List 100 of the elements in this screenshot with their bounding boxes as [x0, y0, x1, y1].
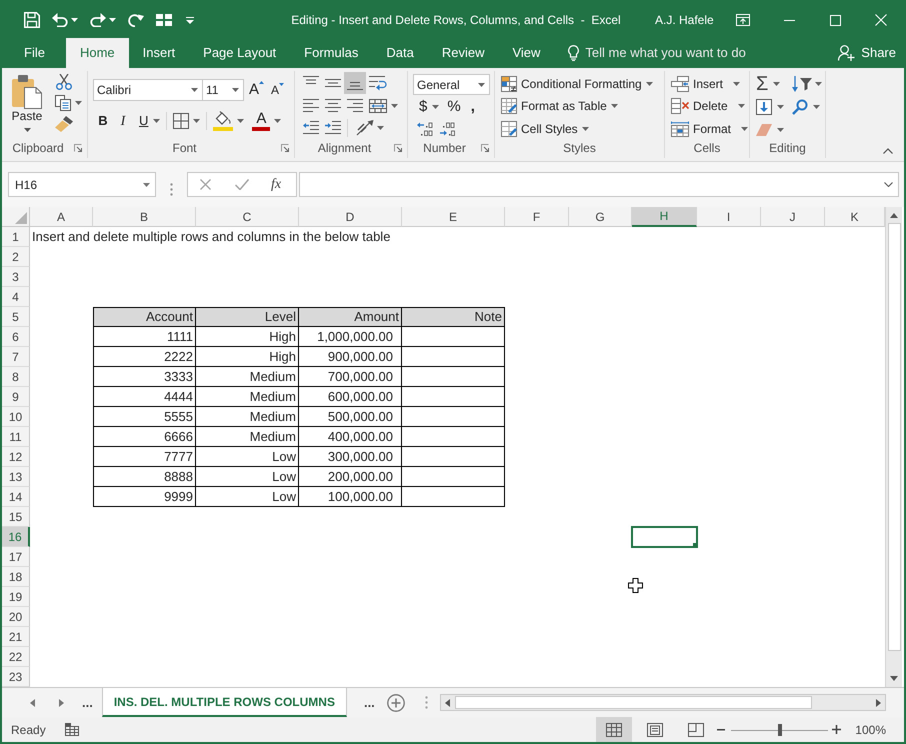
column-header[interactable]: E: [402, 207, 505, 227]
align-center-icon[interactable]: [325, 98, 341, 113]
row-header[interactable]: 10: [2, 407, 30, 427]
normal-view-button[interactable]: [596, 717, 632, 742]
zoom-slider-thumb[interactable]: [778, 724, 782, 736]
align-right-icon[interactable]: [347, 98, 363, 113]
column-header[interactable]: B: [93, 207, 196, 227]
bold-button[interactable]: B: [93, 110, 113, 132]
horizontal-scrollbar[interactable]: [440, 694, 886, 711]
ribbon-tab[interactable]: Data: [372, 38, 428, 68]
tiles-icon[interactable]: [156, 14, 172, 26]
increase-indent-icon[interactable]: [325, 121, 341, 136]
plus-icon[interactable]: [832, 725, 842, 734]
down-arrow-icon[interactable]: [890, 676, 898, 681]
sheet-tab[interactable]: INS. DEL. MULTIPLE ROWS COLUMNS: [102, 688, 347, 717]
diagonal-arrow-icon[interactable]: [356, 120, 374, 136]
row-header[interactable]: 2: [2, 247, 30, 267]
row-header[interactable]: 13: [2, 467, 30, 487]
zoom-slider-track[interactable]: [731, 724, 828, 736]
check-icon[interactable]: [235, 179, 249, 190]
number-format-field[interactable]: General: [413, 74, 490, 96]
plus-circle-icon[interactable]: [386, 694, 405, 712]
dialog-launcher-icon[interactable]: [281, 144, 289, 152]
row-header[interactable]: 5: [2, 307, 30, 327]
redo-icon[interactable]: [90, 13, 106, 27]
ribbon-tab[interactable]: View: [498, 38, 554, 68]
up-arrow-icon[interactable]: [890, 213, 898, 218]
row-header[interactable]: 12: [2, 447, 30, 467]
decrease-decimal-icon[interactable]: [439, 122, 455, 136]
row-header[interactable]: 15: [2, 507, 30, 527]
name-box[interactable]: H16: [8, 172, 156, 197]
minus-icon[interactable]: [717, 728, 726, 730]
comma-button[interactable]: ,: [470, 96, 475, 118]
currency-button[interactable]: $: [413, 96, 440, 118]
save-icon[interactable]: [24, 12, 40, 28]
format-cells-button[interactable]: Format: [671, 118, 749, 139]
decrease-indent-icon[interactable]: [303, 121, 319, 136]
cell-styles-button[interactable]: Cell Styles: [501, 118, 664, 139]
column-header[interactable]: C: [196, 207, 299, 227]
more-sheets-button[interactable]: ...: [82, 692, 93, 712]
brush-icon[interactable]: [55, 116, 73, 132]
wrap-text-icon[interactable]: [369, 75, 387, 91]
fill-down-icon[interactable]: [756, 99, 772, 115]
scrollbar-thumb[interactable]: [888, 223, 900, 651]
right-arrow-icon[interactable]: [876, 698, 881, 706]
percent-button[interactable]: %: [447, 96, 461, 118]
search-icon[interactable]: [792, 99, 808, 115]
row-header[interactable]: 7: [2, 347, 30, 367]
undo-icon[interactable]: [52, 13, 68, 27]
row-header[interactable]: 14: [2, 487, 30, 507]
delete-cells-button[interactable]: Delete: [671, 96, 749, 117]
increase-decimal-icon[interactable]: [417, 122, 433, 136]
row-header[interactable]: 17: [2, 547, 30, 567]
dialog-launcher-icon[interactable]: [481, 144, 489, 152]
left-arrow-icon[interactable]: [444, 698, 450, 706]
align-bottom-button[interactable]: [344, 72, 366, 94]
copy-icon[interactable]: [55, 95, 71, 111]
row-header[interactable]: 1: [2, 227, 30, 247]
row-header[interactable]: 22: [2, 647, 30, 667]
share-button[interactable]: Share: [838, 38, 896, 68]
format-as-table-button[interactable]: Format as Table: [501, 96, 664, 117]
row-header[interactable]: 8: [2, 367, 30, 387]
dialog-launcher-icon[interactable]: [394, 144, 402, 152]
left-arrow-icon[interactable]: [30, 698, 35, 706]
row-header[interactable]: 23: [2, 667, 30, 687]
shrink-font-button[interactable]: A: [271, 80, 284, 100]
ribbon-tab[interactable]: File: [10, 38, 59, 68]
column-header[interactable]: H: [632, 207, 697, 227]
scrollbar-thumb[interactable]: [454, 696, 812, 709]
row-header[interactable]: 20: [2, 607, 30, 627]
insert-cells-button[interactable]: Insert: [671, 74, 749, 94]
table-icon[interactable]: [64, 723, 79, 736]
row-header[interactable]: 11: [2, 427, 30, 447]
dialog-launcher-icon[interactable]: [74, 144, 82, 152]
font-size-field[interactable]: 11: [202, 79, 244, 101]
font-name-field[interactable]: Calibri: [93, 79, 203, 101]
ribbon-tab[interactable]: Page Layout: [189, 38, 290, 68]
row-header[interactable]: 4: [2, 287, 30, 307]
column-header[interactable]: D: [299, 207, 402, 227]
sort-filter-icon[interactable]: [792, 76, 812, 92]
merge-cells-icon[interactable]: [369, 98, 387, 113]
row-header[interactable]: 21: [2, 627, 30, 647]
row-header[interactable]: 3: [2, 267, 30, 287]
tell-me-field[interactable]: Tell me what you want to do: [585, 43, 764, 63]
font-color-button[interactable]: A: [252, 111, 270, 131]
active-cell[interactable]: [631, 526, 698, 548]
italic-button[interactable]: I: [113, 110, 133, 132]
column-header[interactable]: A: [30, 207, 93, 227]
fill-color-icon[interactable]: [213, 111, 234, 131]
curved-arrow-icon[interactable]: [128, 13, 144, 27]
underline-button[interactable]: U: [135, 110, 160, 132]
ribbon-tab[interactable]: Insert: [128, 38, 190, 68]
row-header[interactable]: 19: [2, 587, 30, 607]
column-header[interactable]: G: [569, 207, 632, 227]
autosum-button[interactable]: Σ: [756, 74, 792, 94]
ribbon-tab[interactable]: Review: [428, 38, 498, 68]
align-left-icon[interactable]: [303, 98, 319, 113]
insert-function-button[interactable]: fx: [271, 174, 282, 195]
conditional-formatting-button[interactable]: Conditional Formatting: [501, 74, 664, 94]
row-header[interactable]: 9: [2, 387, 30, 407]
